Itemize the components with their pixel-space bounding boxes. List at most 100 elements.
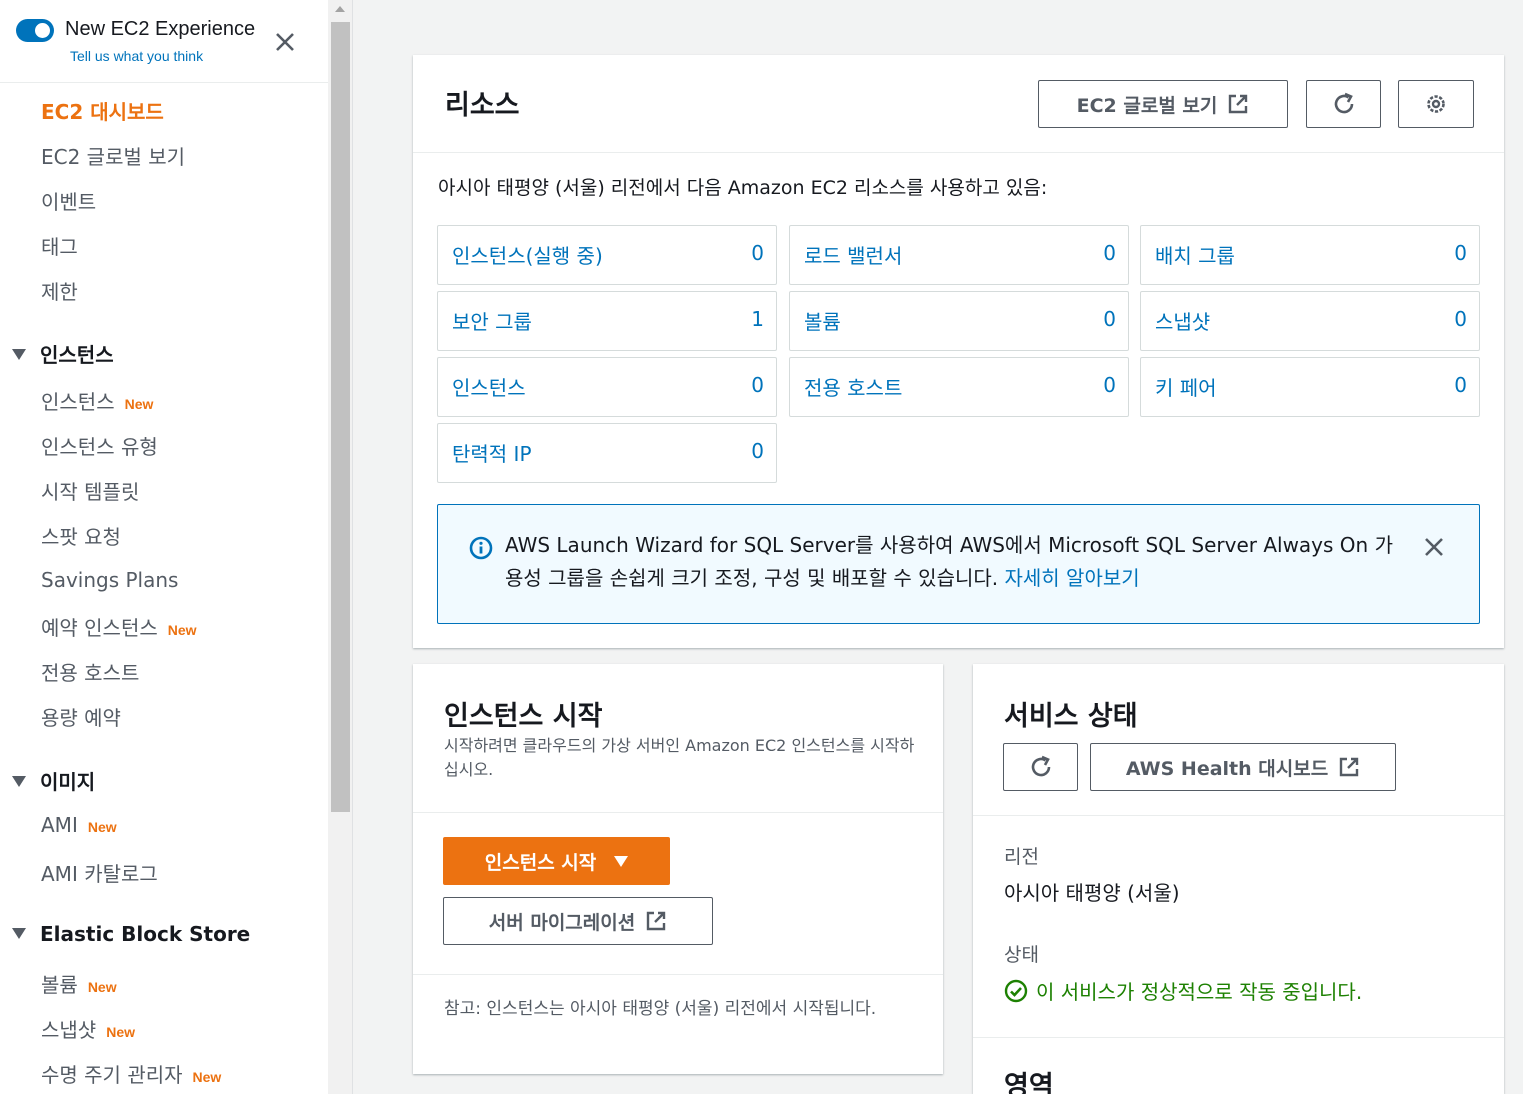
refresh-resources-button[interactable] xyxy=(1306,80,1381,128)
divider xyxy=(413,812,943,813)
resource-count[interactable]: 0 xyxy=(751,373,764,397)
sidebar-item-spot-requests[interactable]: 스팟 요청 xyxy=(41,521,121,550)
sidebar-item-ami-catalog[interactable]: AMI 카탈로그 xyxy=(41,858,158,887)
resource-count[interactable]: 0 xyxy=(1103,241,1116,265)
divider xyxy=(973,815,1504,816)
resource-label[interactable]: 배치 그룹 xyxy=(1155,240,1235,269)
sidebar-section-instances[interactable]: 인스턴스 xyxy=(12,339,114,368)
resource-label[interactable]: 탄력적 IP xyxy=(452,438,532,467)
sidebar-item-events[interactable]: 이벤트 xyxy=(41,186,96,215)
resource-load-balancers[interactable]: 로드 밸런서 0 xyxy=(789,225,1129,285)
sidebar-item-reserved-instances[interactable]: 예약 인스턴스 New xyxy=(41,612,197,641)
resource-count[interactable]: 1 xyxy=(751,307,764,331)
sidebar-item-instance-types[interactable]: 인스턴스 유형 xyxy=(41,431,158,460)
resource-instances[interactable]: 인스턴스 0 xyxy=(437,357,777,417)
sidebar-section-ebs[interactable]: Elastic Block Store xyxy=(12,922,250,946)
resource-snapshots[interactable]: 스냅샷 0 xyxy=(1140,291,1480,351)
refresh-icon xyxy=(1031,755,1050,777)
launch-instance-button[interactable]: 인스턴스 시작 xyxy=(443,837,670,885)
region-value: 아시아 태평양 (서울) xyxy=(1004,881,1180,905)
resource-count[interactable]: 0 xyxy=(1103,373,1116,397)
aws-health-dashboard-button[interactable]: AWS Health 대시보드 xyxy=(1090,743,1396,791)
resource-label[interactable]: 보안 그룹 xyxy=(452,306,532,335)
scrollbar-thumb[interactable] xyxy=(331,22,350,812)
resource-dedicated-hosts[interactable]: 전용 호스트 0 xyxy=(789,357,1129,417)
resource-count[interactable]: 0 xyxy=(1454,373,1467,397)
resource-elastic-ips[interactable]: 탄력적 IP 0 xyxy=(437,423,777,483)
divider xyxy=(973,1037,1504,1038)
sidebar-item-capacity-reservations[interactable]: 용량 예약 xyxy=(41,702,121,731)
service-health-panel: 서비스 상태 AWS Health 대시보드 리전 아시아 태평양 (서울) 상… xyxy=(973,664,1504,1094)
sidebar-item-volumes[interactable]: 볼륨 New xyxy=(41,969,117,998)
new-badge: New xyxy=(167,622,197,638)
resource-key-pairs[interactable]: 키 페어 0 xyxy=(1140,357,1480,417)
toggle-knob xyxy=(35,23,50,38)
resource-running-instances[interactable]: 인스턴스(실행 중) 0 xyxy=(437,225,777,285)
resources-settings-button[interactable] xyxy=(1398,80,1474,128)
ec2-global-view-button[interactable]: EC2 글로벌 보기 xyxy=(1038,80,1288,128)
resource-count[interactable]: 0 xyxy=(751,241,764,265)
resources-description: 아시아 태평양 (서울) 리전에서 다음 Amazon EC2 리소스를 사용하… xyxy=(438,177,1048,199)
sidebar-section-images[interactable]: 이미지 xyxy=(12,766,95,795)
new-badge: New xyxy=(87,979,117,995)
sidebar-item-dedicated-hosts[interactable]: 전용 호스트 xyxy=(41,657,139,686)
sidebar-header: New EC2 Experience Tell us what you thin… xyxy=(0,0,328,83)
sidebar-item-ec2-global-view[interactable]: EC2 글로벌 보기 xyxy=(41,141,185,170)
resources-title: 리소스 xyxy=(445,90,520,121)
launch-instance-title: 인스턴스 시작 xyxy=(444,701,603,732)
new-badge: New xyxy=(106,1024,135,1040)
new-badge: New xyxy=(87,819,117,835)
resource-label[interactable]: 스냅샷 xyxy=(1155,306,1210,335)
resource-placement-groups[interactable]: 배치 그룹 0 xyxy=(1140,225,1480,285)
resource-label[interactable]: 로드 밸런서 xyxy=(804,240,902,269)
sidebar-item-label: 스냅샷 xyxy=(41,1018,97,1042)
sidebar-item-ami[interactable]: AMI New xyxy=(41,813,117,837)
resource-label[interactable]: 키 페어 xyxy=(1155,372,1217,401)
sidebar-item-instances[interactable]: 인스턴스 New xyxy=(41,386,153,415)
resource-label[interactable]: 전용 호스트 xyxy=(804,372,902,401)
resource-label[interactable]: 인스턴스 xyxy=(452,372,526,401)
resource-label[interactable]: 볼륨 xyxy=(804,306,841,335)
close-icon[interactable] xyxy=(1423,536,1445,558)
scroll-up-arrow-icon[interactable] xyxy=(335,6,345,12)
sidebar-scrollbar[interactable] xyxy=(328,0,353,1094)
resource-security-groups[interactable]: 보안 그룹 1 xyxy=(437,291,777,351)
sidebar-item-snapshots[interactable]: 스냅샷 New xyxy=(41,1014,135,1043)
resource-count[interactable]: 0 xyxy=(1103,307,1116,331)
sidebar-item-ec2-dashboard[interactable]: EC2 대시보드 xyxy=(41,96,164,125)
resource-count[interactable]: 0 xyxy=(1454,307,1467,331)
caret-down-icon xyxy=(12,776,26,787)
sidebar-item-lifecycle-manager[interactable]: 수명 주기 관리자 New xyxy=(41,1059,221,1088)
sidebar-item-label: AMI xyxy=(41,813,78,837)
sidebar-item-label: 수명 주기 관리자 xyxy=(41,1063,183,1087)
sidebar-item-label: 예약 인스턴스 xyxy=(41,616,158,640)
sidebar-item-savings-plans[interactable]: Savings Plans xyxy=(41,568,178,592)
section-title: 이미지 xyxy=(40,770,96,794)
sidebar-item-limits[interactable]: 제한 xyxy=(41,276,78,305)
refresh-health-button[interactable] xyxy=(1003,743,1078,791)
learn-more-link[interactable]: 자세히 알아보기 xyxy=(1005,566,1140,590)
sidebar-item-tags[interactable]: 태그 xyxy=(41,231,78,260)
service-health-title: 서비스 상태 xyxy=(1004,701,1138,732)
close-icon[interactable] xyxy=(273,30,297,54)
button-label: 서버 마이그레이션 xyxy=(488,911,636,934)
migrate-server-button[interactable]: 서버 마이그레이션 xyxy=(443,897,713,945)
new-experience-title: New EC2 Experience xyxy=(65,18,256,40)
caret-down-icon xyxy=(614,855,629,867)
sidebar-item-launch-templates[interactable]: 시작 템플릿 xyxy=(41,476,139,505)
refresh-icon xyxy=(1334,92,1353,114)
feedback-link[interactable]: Tell us what you think xyxy=(70,48,203,64)
info-alert-text: AWS Launch Wizard for SQL Server를 사용하여 A… xyxy=(505,529,1395,595)
resource-count[interactable]: 0 xyxy=(1454,241,1467,265)
external-link-icon xyxy=(1339,757,1359,777)
external-link-icon xyxy=(647,911,666,931)
launch-instance-panel: 인스턴스 시작 시작하려면 클라우드의 가상 서버인 Amazon EC2 인스… xyxy=(413,664,943,1074)
new-experience-toggle[interactable] xyxy=(16,19,54,42)
launch-region-note: 참고: 인스턴스는 아시아 태평양 (서울) 리전에서 시작됩니다. xyxy=(444,999,877,1019)
external-link-icon xyxy=(1229,94,1248,114)
new-badge: New xyxy=(124,396,154,412)
resource-count[interactable]: 0 xyxy=(751,439,764,463)
resource-volumes[interactable]: 볼륨 0 xyxy=(789,291,1129,351)
resource-label[interactable]: 인스턴스(실행 중) xyxy=(452,240,603,269)
check-circle-icon xyxy=(1004,979,1028,1002)
